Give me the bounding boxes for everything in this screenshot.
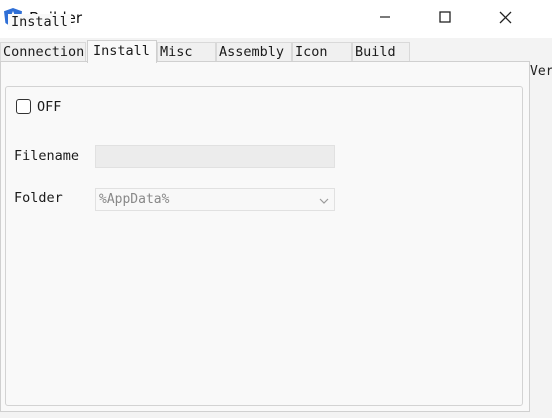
minimize-button[interactable] [356,0,414,38]
tab-install[interactable]: Install [87,40,157,63]
tab-connection[interactable]: Connection [0,42,86,62]
close-icon [499,11,512,28]
install-groupbox [5,86,523,406]
tab-icon[interactable]: Icon [292,42,352,62]
filename-input[interactable] [95,145,335,168]
minimize-icon [379,11,391,27]
install-tab-panel [0,61,530,412]
tab-build[interactable]: Build [352,42,410,62]
install-group-legend: Install [8,14,71,30]
folder-label: Folder [14,190,63,206]
tab-strip: Connection Install Misc Assembly Icon Bu… [0,40,552,63]
chevron-down-icon [319,195,329,205]
tab-misc[interactable]: Misc [157,42,216,62]
install-checkbox[interactable] [16,99,31,114]
builder-window: Builder Connection Install Misc Assembly… [0,0,552,418]
maximize-button[interactable] [416,0,474,38]
title-bar: Builder [0,0,552,38]
tab-assembly[interactable]: Assembly [216,42,292,62]
close-button[interactable] [476,0,534,38]
folder-selected-value: %AppData% [99,192,170,207]
filename-label: Filename [14,148,80,164]
folder-dropdown[interactable]: %AppData% [95,188,335,211]
clipped-tab-label: Ver [530,64,552,79]
maximize-icon [439,11,451,27]
install-checkbox-label[interactable]: OFF [37,99,61,115]
